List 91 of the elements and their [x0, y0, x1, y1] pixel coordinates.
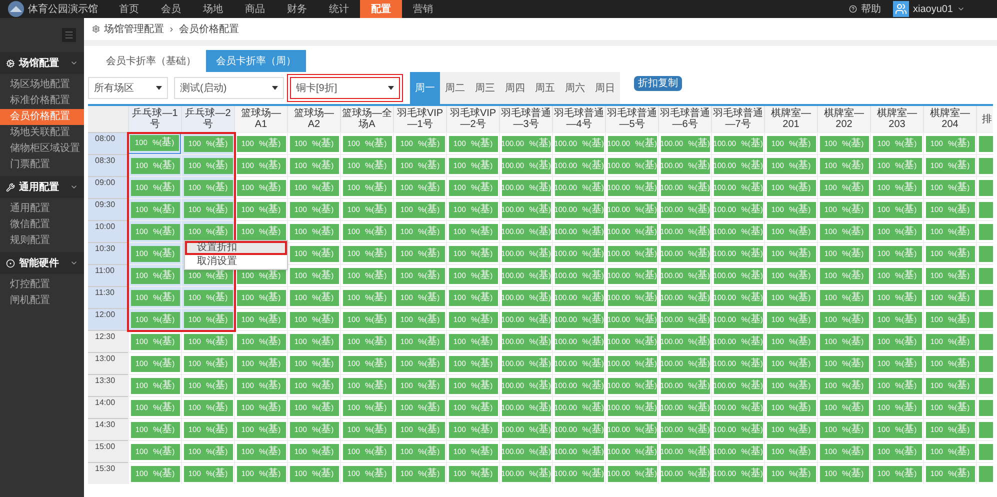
nav-tab[interactable]: 统计	[318, 0, 360, 18]
sidebar-section[interactable]: 通用配置	[0, 176, 84, 198]
day-tab[interactable]: 周二	[440, 72, 470, 104]
discount-button[interactable]	[978, 158, 993, 174]
filter-select[interactable]: 铜卡[9折]	[290, 77, 400, 99]
filter-select[interactable]: 测试(启动)	[174, 77, 284, 99]
column-header: 乒乓球—1号	[128, 106, 181, 132]
sidebar-section[interactable]: 智能硬件	[0, 252, 84, 274]
settings-icon	[92, 25, 100, 33]
sidebar-item[interactable]: 标准价格配置	[0, 93, 84, 109]
discount-button[interactable]	[978, 422, 993, 438]
time-cell: 13:30	[88, 374, 128, 396]
time-cell: 09:00	[88, 176, 128, 198]
tab[interactable]: 会员卡折率（基础）	[96, 50, 206, 72]
time-cell: 15:30	[88, 462, 128, 484]
section-icon	[6, 182, 15, 192]
discount-button[interactable]	[978, 180, 993, 196]
sidebar-item[interactable]: 规则配置	[0, 233, 84, 249]
time-cell: 10:30	[88, 242, 128, 264]
discount-button[interactable]	[978, 224, 993, 240]
discount-button[interactable]	[978, 356, 993, 372]
sidebar-item[interactable]: 场区场地配置	[0, 77, 84, 93]
discount-button[interactable]	[978, 290, 993, 306]
day-tab[interactable]: 周四	[500, 72, 530, 104]
discount-button[interactable]	[978, 202, 993, 218]
nav-tab[interactable]: 财务	[276, 0, 318, 18]
time-cell: 11:00	[88, 264, 128, 286]
sidebar-item[interactable]: 微信配置	[0, 217, 84, 233]
chevron-icon	[70, 183, 78, 191]
context-menu-item[interactable]: 取消设置	[185, 255, 287, 269]
section-icon	[6, 258, 15, 268]
discount-button[interactable]	[978, 378, 993, 394]
table-corner	[88, 106, 128, 132]
sidebar-item[interactable]: 会员价格配置	[0, 109, 84, 125]
discount-button[interactable]	[978, 136, 993, 152]
app-title: 体育公园演示馆	[28, 2, 99, 16]
day-tab[interactable]: 周六	[560, 72, 590, 104]
nav-tab[interactable]: 配置	[360, 0, 402, 18]
sidebar-item[interactable]: 通用配置	[0, 201, 84, 217]
caret-icon[interactable]	[957, 5, 965, 13]
sidebar-item[interactable]: 场地关联配置	[0, 125, 84, 141]
discount-button[interactable]	[978, 400, 993, 416]
chevron-icon	[70, 259, 78, 267]
dropdown-caret-icon	[156, 86, 162, 90]
time-cell: 14:30	[88, 418, 128, 440]
dropdown-caret-icon	[388, 86, 394, 90]
chevron-icon	[70, 59, 78, 67]
time-cell: 12:30	[88, 330, 128, 352]
discount-button[interactable]	[978, 466, 993, 482]
sidebar-item[interactable]: 闸机配置	[0, 293, 84, 309]
filter-select[interactable]: 所有场区	[88, 77, 168, 99]
sidebar-section[interactable]: 场馆配置	[0, 52, 84, 74]
column-header: 乒乓球—2号	[181, 106, 234, 132]
dropdown-caret-icon	[272, 86, 278, 90]
nav-tab[interactable]: 首页	[108, 0, 150, 18]
breadcrumb-link[interactable]: 会员价格配置	[179, 22, 239, 36]
logo-icon	[8, 1, 24, 17]
day-tab[interactable]: 周三	[470, 72, 500, 104]
nav-tab[interactable]: 场地	[192, 0, 234, 18]
time-cell: 09:30	[88, 198, 128, 220]
discount-button[interactable]	[978, 268, 993, 284]
username[interactable]: xiaoyu01	[912, 2, 953, 16]
nav-tab[interactable]: 商品	[234, 0, 276, 18]
day-tab[interactable]: 周一	[410, 72, 440, 104]
context-menu-item[interactable]: 设置折扣	[185, 241, 287, 255]
discount-button[interactable]	[978, 312, 993, 328]
discount-button[interactable]	[978, 444, 993, 460]
day-tab[interactable]: 周五	[530, 72, 560, 104]
nav-tab[interactable]: 营销	[402, 0, 444, 18]
time-cell: 12:00	[88, 308, 128, 330]
time-cell: 13:00	[88, 352, 128, 374]
sidebar-item[interactable]: 灯控配置	[0, 277, 84, 293]
breadcrumb-separator-icon	[168, 26, 175, 32]
nav-tab[interactable]: 会员	[150, 0, 192, 18]
time-cell: 14:00	[88, 396, 128, 418]
breadcrumb-link[interactable]: 场馆管理配置	[104, 22, 164, 36]
time-cell: 11:30	[88, 286, 128, 308]
sidebar-item[interactable]: 门票配置	[0, 157, 84, 173]
day-tab[interactable]: 周日	[590, 72, 620, 104]
help-icon	[848, 5, 857, 13]
tab[interactable]: 会员卡折率（周）	[206, 50, 306, 72]
copy-discount-button[interactable]: 折扣复制	[634, 76, 682, 91]
time-cell: 08:00	[88, 132, 128, 154]
discount-button[interactable]	[978, 334, 993, 350]
sidebar-item[interactable]: 储物柜区域设置	[0, 141, 84, 157]
time-cell: 08:30	[88, 154, 128, 176]
help-link[interactable]: 帮助	[860, 2, 881, 16]
time-cell: 15:00	[88, 440, 128, 462]
discount-button[interactable]	[978, 246, 993, 262]
time-cell: 10:00	[88, 220, 128, 242]
section-icon	[6, 58, 15, 68]
